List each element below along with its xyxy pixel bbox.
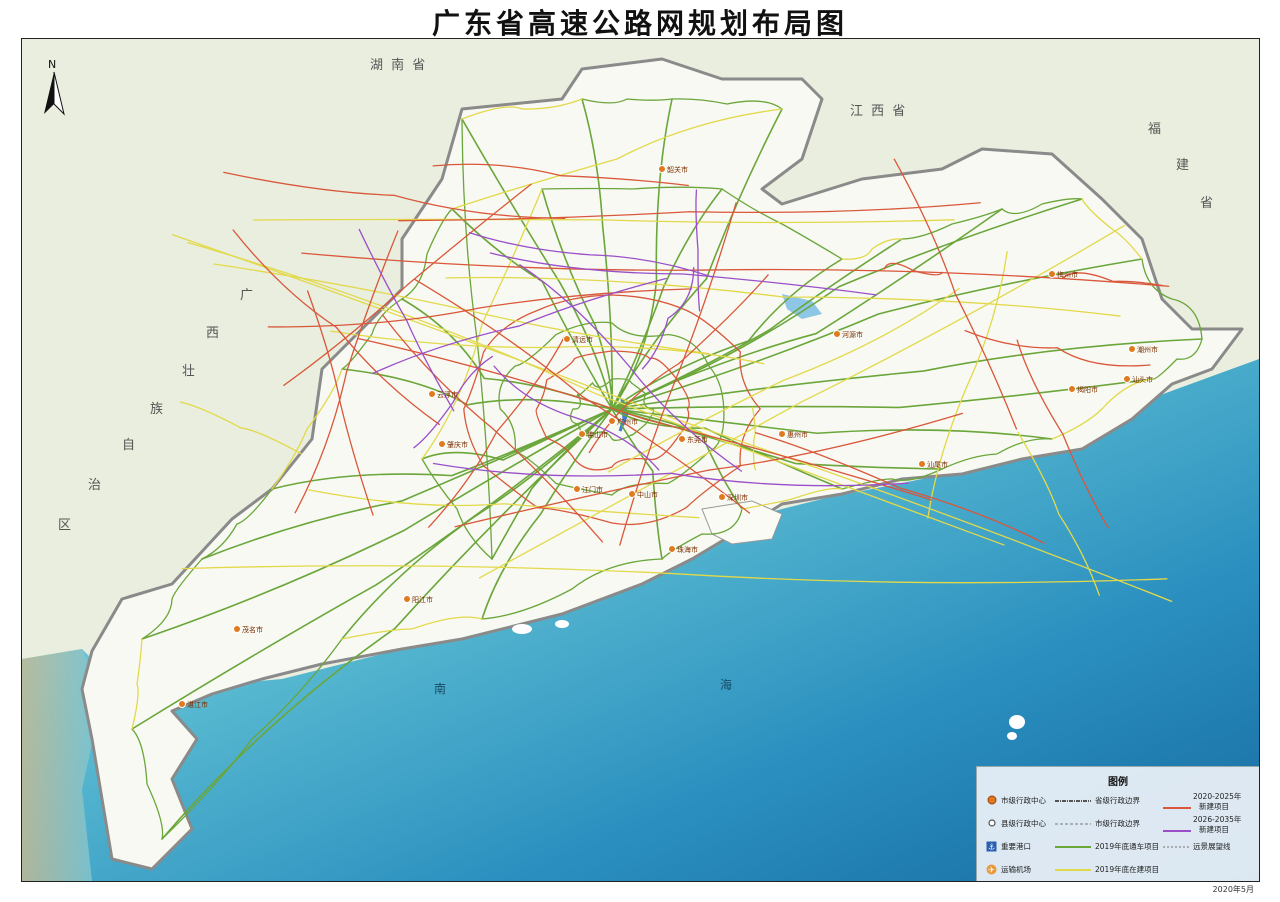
under-construction-symbol (1055, 869, 1091, 871)
city-name-label: 韶关市 (667, 165, 688, 174)
legend-new-2020-2025-a: 2020-2025年 (1193, 792, 1242, 801)
north-arrow-icon (44, 71, 65, 116)
new-2020-2025-symbol (1163, 807, 1191, 809)
label-jiangxi: 江 西 省 (850, 104, 908, 119)
label-guangxi-3: 壮 (182, 364, 198, 379)
legend-major-port: 重要港口 (1001, 842, 1031, 851)
city-marker (658, 165, 666, 173)
legend-built-2019: 2019年底通车项目 (1095, 842, 1160, 851)
island (1009, 715, 1025, 729)
city-name-label: 云浮市 (437, 390, 458, 399)
city-name-label: 佛山市 (587, 430, 608, 439)
city-name-label: 惠州市 (787, 430, 808, 439)
legend-long-term: 远景展望线 (1193, 842, 1231, 851)
legend-title: 图例 (1108, 777, 1128, 788)
city-name-label: 河源市 (842, 330, 863, 339)
city-name-label: 潮州市 (1137, 345, 1158, 354)
legend-under-construction: 2019年底在建项目 (1095, 865, 1160, 874)
map-date: 2020年5月 (1212, 885, 1254, 894)
legend-county-center: 县级行政中心 (1001, 819, 1046, 828)
map-title: 广东省高速公路网规划布局图 (431, 7, 848, 40)
city-marker (778, 430, 786, 438)
city-name-label: 湛江市 (187, 700, 208, 709)
legend-new-2020-2025-b: 新建项目 (1199, 802, 1229, 811)
built-symbol (1055, 846, 1091, 848)
city-marker (1123, 375, 1131, 383)
city-marker (178, 700, 186, 708)
county-center-icon (988, 819, 996, 827)
city-marker (578, 430, 586, 438)
island (1007, 732, 1017, 740)
city-name-label: 江门市 (582, 485, 603, 494)
city-marker (233, 625, 241, 633)
city-marker (1128, 345, 1136, 353)
city-name-label: 广州市 (617, 417, 638, 426)
sea-label-hai: 海 (720, 678, 733, 692)
city-marker (918, 460, 926, 468)
city-marker (718, 493, 726, 501)
label-guangxi-5: 自 (122, 438, 138, 453)
sea-label-nan: 南 (434, 682, 447, 696)
north-arrow: N (40, 58, 68, 118)
city-marker (678, 435, 686, 443)
city-marker (438, 440, 446, 448)
city-marker (608, 417, 616, 425)
city-name-label: 深圳市 (727, 493, 748, 502)
label-fujian-1: 福 (1148, 122, 1164, 137)
label-guangxi-6: 治 (88, 478, 104, 493)
city-boundary-symbol (1055, 823, 1091, 825)
map-legend: 图例 市级行政中心 县级行政中心 ⚓ 重要港口 ✈ 运输机场 省级行政边界 市级… (976, 766, 1259, 881)
city-name-label: 肇庆市 (447, 440, 468, 449)
city-name-label: 阳江市 (412, 595, 433, 604)
legend-city-boundary: 市级行政边界 (1095, 819, 1140, 828)
legend-new-2026-2035-a: 2026-2035年 (1193, 815, 1242, 824)
new-2026-2035-symbol (1163, 830, 1191, 832)
svg-text:⚓: ⚓ (988, 843, 995, 852)
label-guangxi-7: 区 (58, 518, 74, 533)
city-name-label: 揭阳市 (1077, 385, 1098, 394)
label-guangxi-1: 广 (240, 288, 256, 303)
city-name-label: 中山市 (637, 490, 658, 499)
island (555, 620, 569, 628)
city-name-label: 梅州市 (1057, 270, 1078, 279)
city-name-label: 珠海市 (677, 545, 698, 554)
provincial-boundary-symbol (1055, 800, 1091, 802)
city-name-label: 汕头市 (1132, 375, 1153, 384)
label-fujian-3: 省 (1200, 196, 1216, 211)
city-marker (1068, 385, 1076, 393)
city-marker (833, 330, 841, 338)
label-guangxi-4: 族 (150, 402, 166, 417)
city-marker (628, 490, 636, 498)
island (512, 624, 532, 634)
city-name-label: 茂名市 (242, 625, 263, 634)
city-marker (1048, 270, 1056, 278)
city-name-label: 汕尾市 (927, 460, 948, 469)
legend-airport: 运输机场 (1001, 865, 1031, 874)
city-marker (668, 545, 676, 553)
city-name-label: 东莞市 (687, 435, 708, 444)
label-fujian-2: 建 (1176, 158, 1192, 173)
legend-provincial-boundary: 省级行政边界 (1095, 796, 1140, 805)
city-marker (403, 595, 411, 603)
city-marker (573, 485, 581, 493)
city-marker (428, 390, 436, 398)
city-marker (563, 335, 571, 343)
map-canvas[interactable]: 广州市深圳市 佛山市东莞市 惠州市中山市珠海市 江门市 肇庆市 清远市 韶关市河源市 梅州市汕… (21, 38, 1260, 882)
label-hunan: 湖 南 省 (370, 58, 428, 73)
airport-icon: ✈ (986, 864, 997, 875)
label-guangxi-2: 西 (206, 326, 222, 341)
legend-city-center: 市级行政中心 (1001, 796, 1046, 805)
port-icon: ⚓ (986, 841, 997, 852)
svg-text:✈: ✈ (988, 866, 995, 875)
city-center-icon (987, 795, 997, 805)
long-term-symbol (1163, 846, 1191, 848)
city-name-label: 清远市 (572, 335, 593, 344)
legend-new-2026-2035-b: 新建项目 (1199, 825, 1229, 834)
